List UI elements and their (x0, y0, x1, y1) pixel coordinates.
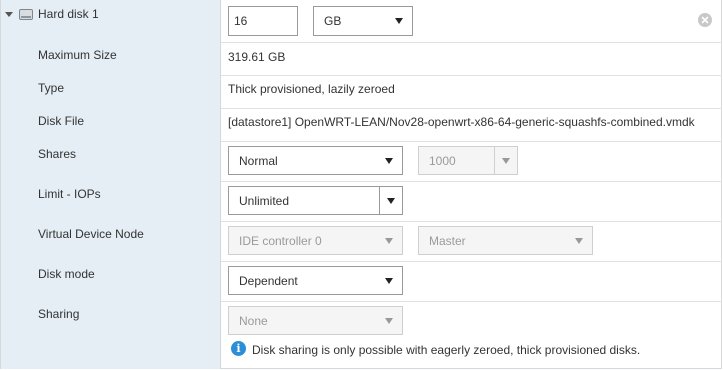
chevron-down-icon (502, 157, 510, 164)
close-circle-icon[interactable] (698, 13, 712, 27)
disk-size-unit-select[interactable]: GB (313, 6, 413, 36)
value-cell: None i Disk sharing is only possible wit… (222, 301, 722, 369)
shares-number-input[interactable]: 1000 (418, 146, 518, 175)
shares-label: Shares (38, 147, 77, 161)
chevron-down-icon (385, 277, 393, 284)
disk-size-value: 16 (234, 14, 248, 28)
controller-select[interactable]: IDE controller 0 (228, 226, 403, 255)
label-cell: Disk mode (1, 261, 221, 301)
info-icon: i (231, 341, 246, 356)
maximum-size-label: Maximum Size (38, 48, 117, 62)
limit-iops-row: Limit - IOPs Unlimited (1, 181, 722, 222)
label-cell: Hard disk 1 (1, 0, 221, 42)
disk-mode-label: Disk mode (38, 267, 95, 281)
value-cell: 16 GB (222, 0, 722, 42)
value-cell: Unlimited (222, 181, 722, 221)
value-cell: [datastore1] OpenWRT-LEAN/Nov28-openwrt-… (222, 108, 722, 141)
chevron-down-icon (385, 237, 393, 244)
label-cell: Virtual Device Node (1, 221, 221, 261)
limit-iops-value: Unlimited (239, 193, 290, 208)
sharing-label: Sharing (38, 307, 80, 321)
chevron-down-icon (387, 197, 395, 204)
type-value: Thick provisioned, lazily zeroed (228, 82, 395, 96)
shares-number-value: 1000 (429, 153, 456, 168)
label-cell: Limit - IOPs (1, 181, 221, 221)
sharing-note: Disk sharing is only possible with eager… (252, 343, 641, 357)
label-cell: Disk File (1, 108, 221, 141)
hard-disk-title: Hard disk 1 (38, 7, 99, 21)
controller-value: IDE controller 0 (239, 233, 322, 248)
virtual-device-node-row: Virtual Device Node IDE controller 0 Mas… (1, 221, 722, 262)
chevron-down-icon (385, 157, 393, 164)
maximum-size-row: Maximum Size 319.61 GB (1, 42, 722, 76)
shares-value: Normal (239, 153, 278, 168)
label-cell: Sharing (1, 301, 221, 369)
value-cell: Thick provisioned, lazily zeroed (222, 75, 722, 108)
hard-disk-settings-grid: Hard disk 1 16 GB Maximum Size 319.61 GB… (0, 0, 722, 369)
hard-disk-header-row: Hard disk 1 16 GB (1, 0, 722, 43)
sharing-value: None (239, 313, 268, 328)
disk-mode-row: Disk mode Dependent (1, 261, 722, 302)
label-cell: Type (1, 75, 221, 108)
chevron-down-icon[interactable] (5, 12, 13, 17)
type-row: Type Thick provisioned, lazily zeroed (1, 75, 722, 109)
value-cell: 319.61 GB (222, 42, 722, 75)
disk-mode-select[interactable]: Dependent (228, 266, 403, 295)
chevron-down-icon (575, 237, 583, 244)
shares-row: Shares Normal 1000 (1, 141, 722, 182)
disk-size-input[interactable]: 16 (228, 6, 298, 36)
hard-disk-icon (19, 9, 33, 20)
value-cell: IDE controller 0 Master (222, 221, 722, 261)
virtual-device-node-label: Virtual Device Node (38, 227, 144, 241)
device-position-select[interactable]: Master (418, 226, 593, 255)
value-cell: Normal 1000 (222, 141, 722, 181)
disk-size-unit-value: GB (324, 14, 342, 28)
device-position-value: Master (429, 233, 466, 248)
chevron-down-icon (385, 317, 393, 324)
limit-iops-combo[interactable]: Unlimited (228, 186, 403, 215)
sharing-select[interactable]: None (228, 306, 403, 335)
divider (379, 187, 380, 214)
label-cell: Maximum Size (1, 42, 221, 75)
maximum-size-value: 319.61 GB (228, 50, 286, 64)
divider (494, 147, 495, 174)
disk-file-value: [datastore1] OpenWRT-LEAN/Nov28-openwrt-… (228, 115, 695, 129)
limit-iops-label: Limit - IOPs (38, 187, 101, 201)
shares-select[interactable]: Normal (228, 146, 403, 175)
sharing-row: Sharing None i Disk sharing is only poss… (1, 301, 722, 369)
chevron-down-icon (395, 18, 403, 24)
disk-file-row: Disk File [datastore1] OpenWRT-LEAN/Nov2… (1, 108, 722, 142)
value-cell: Dependent (222, 261, 722, 301)
disk-file-label: Disk File (38, 114, 85, 128)
label-cell: Shares (1, 141, 221, 181)
type-label: Type (38, 81, 65, 95)
disk-mode-value: Dependent (239, 273, 298, 288)
